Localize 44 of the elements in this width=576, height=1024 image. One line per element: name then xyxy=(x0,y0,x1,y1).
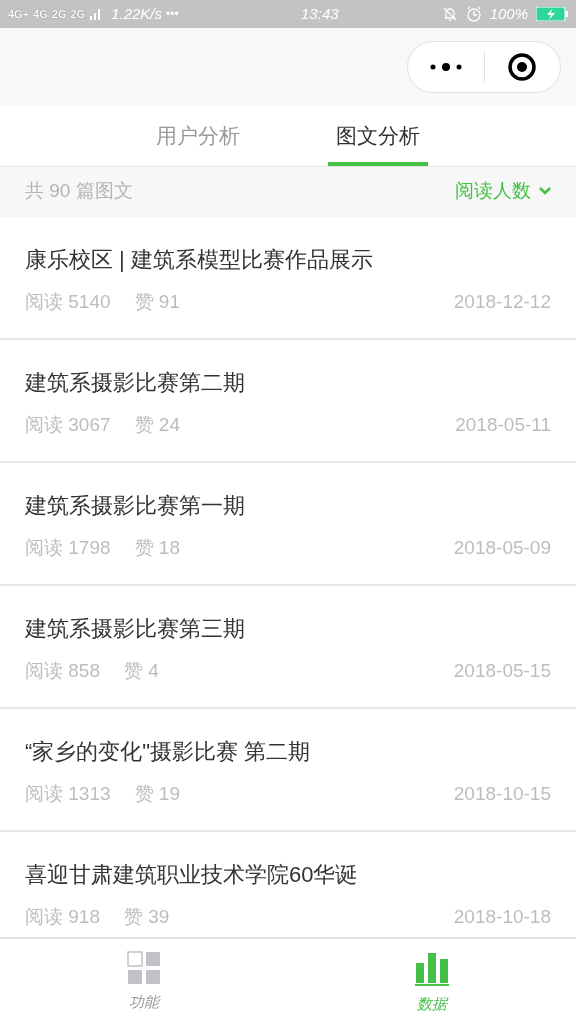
read-count: 阅读 3067 xyxy=(25,413,111,437)
article-item[interactable]: 建筑系摄影比赛第二期 阅读 3067 赞 24 2018-05-11 xyxy=(0,340,576,463)
network-label: 2G xyxy=(70,8,86,20)
more-indicator: ••• xyxy=(166,6,179,23)
alarm-icon xyxy=(465,6,482,22)
read-count: 阅读 858 xyxy=(25,659,100,683)
article-date: 2018-10-15 xyxy=(453,782,551,806)
article-title: 喜迎甘肃建筑职业技术学院60华诞 xyxy=(25,861,359,889)
like-count: 赞 18 xyxy=(134,536,180,560)
network-speed: 1.22K/s xyxy=(111,3,163,24)
battery-percent: 100% xyxy=(489,3,528,24)
article-date: 2018-05-11 xyxy=(455,413,551,437)
clock: 13:43 xyxy=(300,3,340,24)
like-count: 赞 39 xyxy=(124,905,170,929)
article-item[interactable]: “家乡的变化"摄影比赛 第二期 阅读 1313 赞 19 2018-10-15 xyxy=(0,709,576,832)
network-label: 2G xyxy=(51,8,67,20)
like-count: 赞 91 xyxy=(134,290,180,314)
article-item[interactable]: 康乐校区 | 建筑系模型比赛作品展示 阅读 5140 赞 91 2018-12-12 xyxy=(0,217,576,340)
read-count: 阅读 1313 xyxy=(25,782,111,806)
article-title: 康乐校区 | 建筑系模型比赛作品展示 xyxy=(25,246,374,274)
battery-charging-icon xyxy=(536,7,568,21)
article-date: 2018-05-09 xyxy=(453,536,551,560)
article-title: 建筑系摄影比赛第一期 xyxy=(25,492,246,520)
target-icon xyxy=(507,51,538,82)
article-date: 2018-12-12 xyxy=(453,290,551,314)
article-title: 建筑系摄影比赛第三期 xyxy=(25,615,246,643)
read-count: 阅读 918 xyxy=(25,905,100,929)
more-icon xyxy=(428,61,463,72)
article-date: 2018-05-15 xyxy=(453,659,551,683)
like-count: 赞 19 xyxy=(134,782,180,806)
article-count: 共 90 篇图文 xyxy=(25,179,133,203)
article-date: 2018-10-18 xyxy=(453,905,551,929)
like-count: 赞 4 xyxy=(124,659,159,683)
bell-muted-icon xyxy=(441,6,458,22)
article-item[interactable]: 建筑系摄影比赛第一期 阅读 1798 赞 18 2018-05-09 xyxy=(0,463,576,586)
network-label: 4G+ xyxy=(8,8,30,20)
article-title: 建筑系摄影比赛第二期 xyxy=(25,369,246,397)
like-count: 赞 24 xyxy=(134,413,180,437)
article-item[interactable]: 建筑系摄影比赛第三期 阅读 858 赞 4 2018-05-15 xyxy=(0,586,576,709)
read-count: 阅读 5140 xyxy=(25,290,111,314)
article-title: “家乡的变化"摄影比赛 第二期 xyxy=(25,738,312,766)
chevron-down-icon xyxy=(539,187,551,196)
read-count: 阅读 1798 xyxy=(25,536,111,560)
network-label: 4G xyxy=(33,8,48,20)
